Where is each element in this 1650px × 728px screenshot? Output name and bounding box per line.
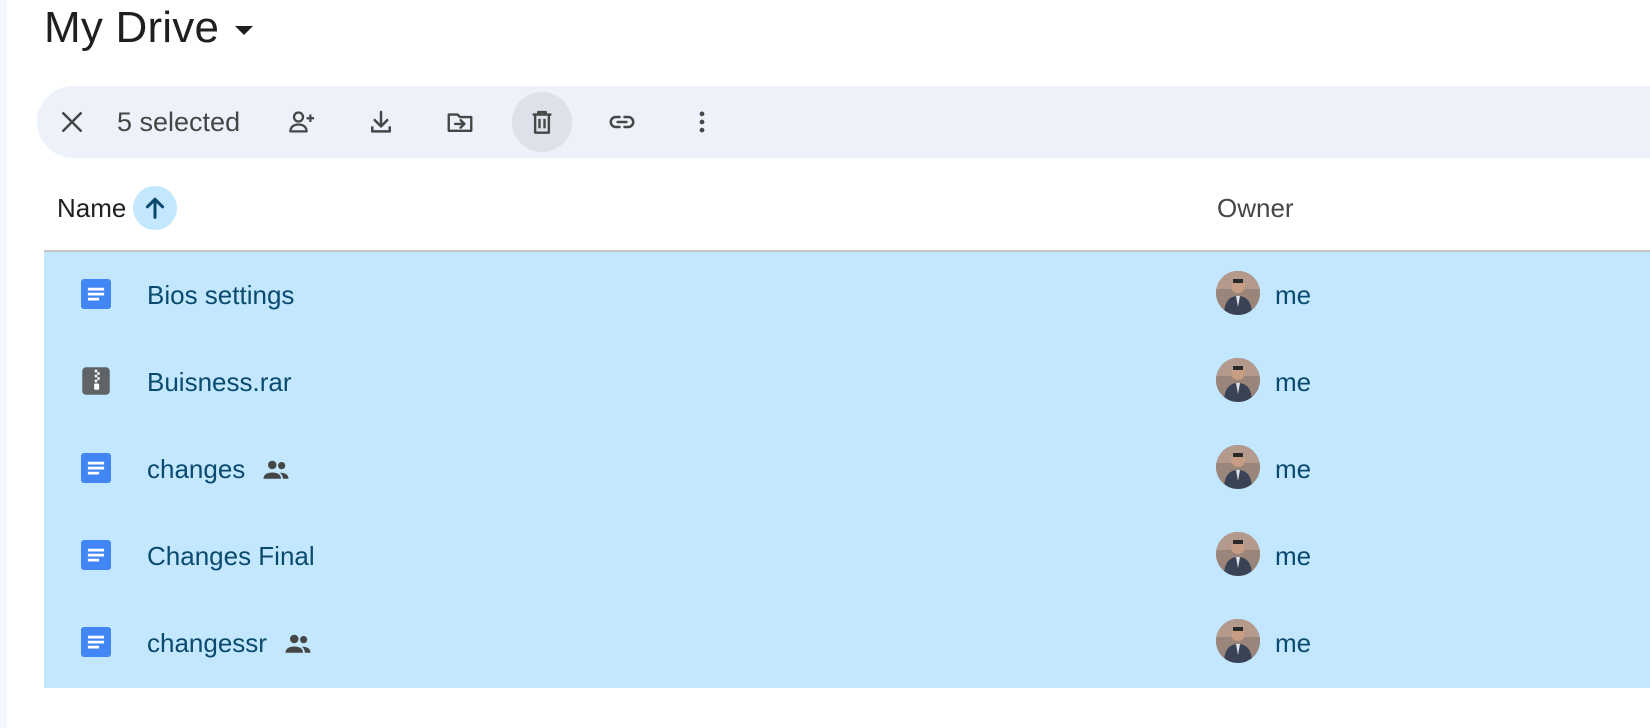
file-name: changessr	[147, 600, 313, 687]
download-icon	[371, 110, 391, 133]
avatar	[1216, 532, 1260, 576]
owner-name: me	[1275, 280, 1312, 310]
move-to-folder-icon	[447, 113, 473, 132]
selection-toolbar: 5 selected	[37, 86, 1650, 158]
drive-page: My Drive 5 selected Name Owner Bios sett…	[0, 0, 1650, 728]
file-name: Buisness.rar	[147, 339, 292, 426]
file-row[interactable]: Buisness.rar me	[44, 339, 1650, 426]
file-list-header: Name Owner	[44, 166, 1650, 252]
owner-name: me	[1275, 541, 1312, 571]
shared-people-icon	[285, 634, 311, 653]
avatar	[1216, 445, 1260, 489]
sidebar-edge	[0, 0, 7, 728]
move-to-trash-button[interactable]	[512, 92, 572, 152]
docs-icon	[81, 453, 111, 483]
avatar	[1216, 358, 1260, 402]
selected-count: 5 selected	[117, 107, 241, 137]
file-row[interactable]: changes me	[44, 426, 1650, 513]
docs-icon	[81, 279, 111, 309]
column-header-owner[interactable]: Owner	[1217, 166, 1294, 250]
file-name-text: Bios settings	[147, 280, 295, 310]
file-list: Bios settings me Buisness.rar me changes…	[44, 252, 1650, 688]
more-vert-icon	[699, 111, 705, 133]
arrow-up-icon	[145, 197, 165, 219]
docs-icon	[81, 540, 111, 570]
share-button[interactable]	[271, 92, 331, 152]
trash-icon	[532, 110, 552, 134]
page-title: My Drive	[44, 3, 220, 52]
file-row[interactable]: Bios settings me	[44, 252, 1650, 339]
file-row[interactable]: changessr me	[44, 600, 1650, 687]
person-add-icon	[289, 111, 315, 133]
sort-direction-button[interactable]	[133, 186, 177, 230]
file-name-text: Buisness.rar	[147, 367, 292, 397]
file-name-text: changessr	[147, 628, 267, 658]
clear-selection-button[interactable]	[42, 92, 102, 152]
file-name: changes	[147, 426, 291, 513]
move-button[interactable]	[430, 92, 490, 152]
download-button[interactable]	[351, 92, 411, 152]
shared-people-icon	[263, 460, 289, 479]
file-row[interactable]: Changes Final me	[44, 513, 1650, 600]
column-header-name[interactable]: Name	[57, 166, 126, 250]
zip-file-icon	[82, 367, 110, 395]
copy-link-button[interactable]	[592, 92, 652, 152]
owner-name: me	[1275, 367, 1312, 397]
docs-icon	[81, 627, 111, 657]
file-name-text: changes	[147, 454, 246, 484]
more-actions-button[interactable]	[672, 92, 732, 152]
avatar	[1216, 619, 1260, 663]
file-name: Bios settings	[147, 252, 294, 339]
link-icon	[609, 115, 635, 129]
my-drive-title-button[interactable]: My Drive	[44, 0, 254, 56]
owner-name: me	[1275, 454, 1312, 484]
file-name-text: Changes Final	[147, 541, 315, 571]
file-name: Changes Final	[147, 513, 315, 600]
owner-name: me	[1275, 628, 1312, 658]
arrow-drop-down-icon	[235, 25, 254, 35]
close-icon	[62, 112, 82, 132]
avatar	[1216, 271, 1260, 315]
